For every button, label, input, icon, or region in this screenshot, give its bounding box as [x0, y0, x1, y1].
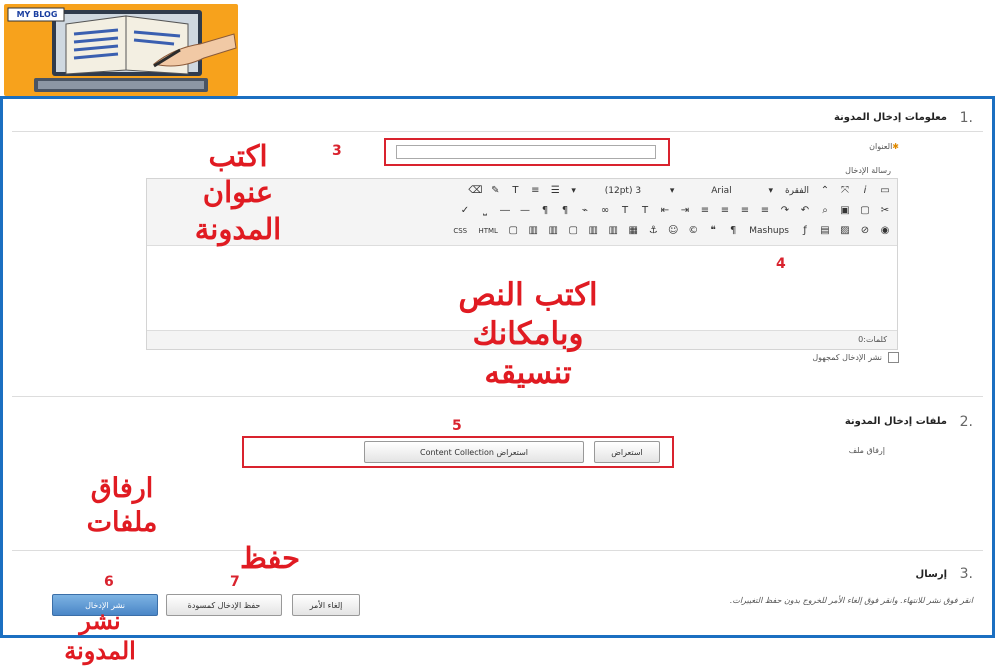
link-icon[interactable]: ∞ — [597, 204, 613, 218]
browse-content-collection-button[interactable]: استعراض Content Collection — [364, 441, 584, 463]
dropdown-arrow-icon[interactable]: ▾ — [666, 186, 679, 196]
cancel-button[interactable]: إلغاء الأمر — [292, 594, 360, 616]
copy-icon[interactable]: ▢ — [857, 204, 873, 218]
paste-icon[interactable]: ▣ — [837, 204, 853, 218]
spellcheck-icon[interactable]: ✓ — [457, 204, 473, 218]
emoticon-icon[interactable]: ☺ — [665, 224, 681, 238]
ltr-icon[interactable]: ¶ — [557, 204, 573, 218]
math-icon[interactable]: ƒ — [797, 224, 813, 238]
superscript-icon[interactable]: T — [637, 204, 653, 218]
align-left-icon[interactable]: ≡ — [757, 204, 773, 218]
annotation-number-3: 3 — [332, 143, 342, 159]
logo-text: MY BLOG — [16, 10, 58, 19]
table-cell-icon[interactable]: ▢ — [565, 224, 581, 238]
bullet-list-icon[interactable]: ☰ — [547, 184, 563, 198]
title-highlight — [384, 138, 670, 166]
entry-message-label: رسالة الإدخال — [845, 166, 891, 175]
numbered-list-icon[interactable]: ≡ — [527, 184, 543, 198]
text-style-icon[interactable]: T — [507, 184, 523, 198]
paragraph-mark-icon[interactable]: ¶ — [725, 224, 741, 238]
expand-icon[interactable]: ⤧ — [837, 184, 853, 198]
section2-number: 2. — [959, 414, 973, 430]
toggle-toolbar-icon[interactable]: ▭ — [877, 184, 893, 198]
align-center-icon[interactable]: ≡ — [737, 204, 753, 218]
outdent-icon[interactable]: ⇤ — [657, 204, 673, 218]
table-row-icon[interactable]: ▥ — [605, 224, 621, 238]
cut-icon[interactable]: ✂ — [877, 204, 893, 218]
section1-number: 1. — [959, 110, 973, 126]
font-select[interactable]: Arial — [682, 186, 760, 196]
annotation-number-7: 7 — [230, 574, 240, 590]
title-input[interactable] — [396, 145, 656, 159]
media-icon[interactable]: ▤ — [817, 224, 833, 238]
section3-title: إرسال — [915, 569, 947, 580]
annotation-save: حفظ — [239, 541, 301, 575]
attach-file-label: إرفاق ملف — [848, 446, 885, 455]
subscript-icon[interactable]: T — [617, 204, 633, 218]
font-size-select[interactable]: (12pt) 3 — [584, 186, 662, 196]
anonymous-checkbox[interactable] — [888, 352, 899, 363]
section2-title: ملفات إدخال المدونة — [844, 416, 947, 427]
submit-instructions: انقر فوق نشر للانتهاء. وانقر فوق إلغاء ا… — [729, 596, 973, 605]
required-star-icon: ✱ — [892, 142, 899, 151]
collapse-icon[interactable]: ⌃ — [817, 184, 833, 198]
annotation-number-4: 4 — [776, 256, 786, 272]
section1-title: معلومات إدخال المدونة — [833, 112, 947, 123]
attach-icon[interactable]: ⊘ — [857, 224, 873, 238]
record-icon[interactable]: ◉ — [877, 224, 893, 238]
table-split-icon[interactable]: ▥ — [525, 224, 541, 238]
anonymous-post-label: نشر الإدخال كمجهول — [812, 353, 882, 362]
section3-number: 3. — [959, 566, 973, 582]
rtl-icon[interactable]: ¶ — [537, 204, 553, 218]
section2-bottom-divider — [12, 550, 983, 551]
paragraph-select[interactable]: الفقرة — [781, 186, 813, 196]
blog-logo: MY BLOG — [4, 4, 238, 96]
nonbreaking-space-icon[interactable]: ⎵ — [477, 204, 493, 218]
text-color-icon[interactable]: ✎ — [487, 184, 503, 198]
annotation-publish: نشر المدونة — [64, 606, 136, 665]
annotation-write-text: اكتب النص وبامكانك تنسيقه — [458, 277, 598, 391]
copyright-icon[interactable]: © — [685, 224, 701, 238]
image-icon[interactable]: ▨ — [837, 224, 853, 238]
eraser-icon[interactable]: ⌫ — [467, 184, 483, 198]
justify-icon[interactable]: ≡ — [697, 204, 713, 218]
dropdown-arrow-icon[interactable]: ▾ — [764, 186, 777, 196]
table-merge-icon[interactable]: ▥ — [545, 224, 561, 238]
redo-icon[interactable]: ↷ — [777, 204, 793, 218]
save-draft-button[interactable]: حفظ الإدخال كمسودة — [166, 594, 282, 616]
mashups-button[interactable]: Mashups — [745, 226, 793, 236]
attach-highlight: استعراض استعراض Content Collection — [242, 436, 674, 468]
table-col-icon[interactable]: ▥ — [585, 224, 601, 238]
find-icon[interactable]: ⌕ — [817, 204, 833, 218]
hr-icon[interactable]: ― — [497, 204, 513, 218]
table-icon[interactable]: ▦ — [625, 224, 641, 238]
section1-bottom-divider — [12, 396, 983, 397]
annotation-write-title: اكتب عنوان المدونة — [194, 139, 282, 246]
html-button[interactable]: HTML — [475, 224, 501, 238]
unlink-icon[interactable]: ⌁ — [577, 204, 593, 218]
table-delete-icon[interactable]: ▢ — [505, 224, 521, 238]
anonymous-post-row: نشر الإدخال كمجهول — [812, 352, 899, 363]
annotation-attach-files: ارفاق ملفات — [86, 473, 158, 538]
quote-icon[interactable]: ❝ — [705, 224, 721, 238]
annotation-number-5: 5 — [452, 418, 462, 434]
align-right-icon[interactable]: ≡ — [717, 204, 733, 218]
annotation-number-6: 6 — [104, 574, 114, 590]
anchor-icon[interactable]: ⚓ — [645, 224, 661, 238]
section1-divider — [12, 131, 983, 132]
css-button[interactable]: CSS — [449, 224, 471, 238]
horizontal-line-icon[interactable]: — — [517, 204, 533, 218]
word-count: كلمات:0 — [858, 335, 887, 344]
undo-icon[interactable]: ↶ — [797, 204, 813, 218]
italic-icon[interactable]: i — [857, 184, 873, 198]
browse-computer-button[interactable]: استعراض — [594, 441, 660, 463]
indent-icon[interactable]: ⇥ — [677, 204, 693, 218]
dropdown-arrow-icon[interactable]: ▾ — [567, 186, 580, 196]
title-field-label: ✱العنوان — [869, 142, 899, 151]
